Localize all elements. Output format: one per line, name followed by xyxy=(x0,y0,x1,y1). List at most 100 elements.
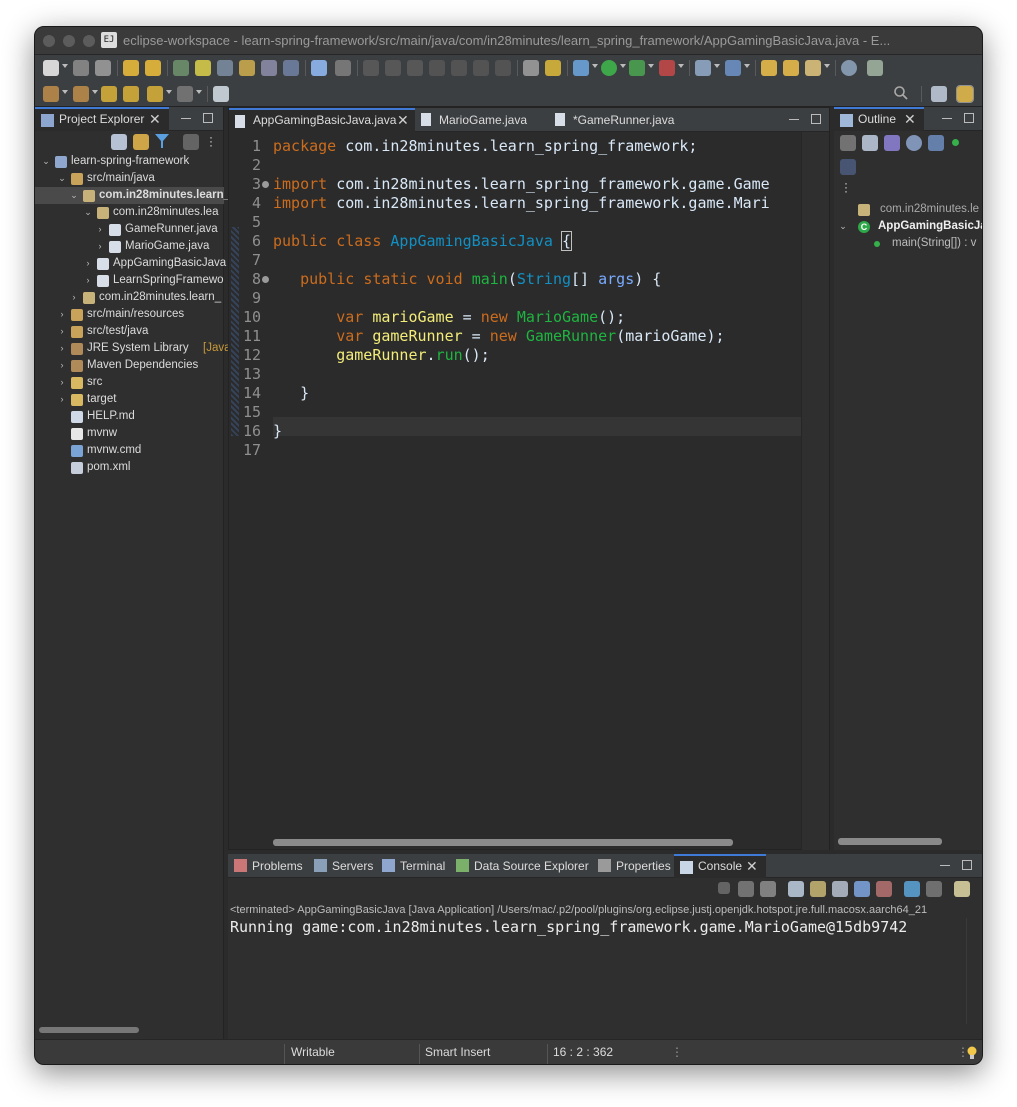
tree-item[interactable]: › com.in28minutes.learn_ xyxy=(35,289,224,306)
last-edit-location-icon[interactable] xyxy=(101,86,117,102)
hide-fields-icon[interactable] xyxy=(906,135,922,151)
zoom-window-button[interactable] xyxy=(83,35,95,47)
close-icon[interactable]: ✕ xyxy=(746,856,758,877)
editor-horizontal-scrollbar[interactable] xyxy=(273,839,733,846)
code-line[interactable]: 10 var marioGame = new MarioGame(); xyxy=(229,308,801,327)
close-icon[interactable]: ✕ xyxy=(904,109,916,130)
chevron-right-icon[interactable]: › xyxy=(57,323,67,340)
code-line[interactable]: 16} xyxy=(229,422,801,441)
chevron-right-icon[interactable]: › xyxy=(69,289,79,306)
tree-item[interactable]: › JRE System Library [JavaS xyxy=(35,340,238,357)
code-area[interactable]: 1 package com.in28minutes.learn_spring_fr… xyxy=(229,132,801,832)
tab-problems[interactable]: Problems xyxy=(228,854,308,878)
code-line[interactable]: 1 package com.in28minutes.learn_spring_fr… xyxy=(229,137,801,156)
tab-terminal[interactable]: Terminal xyxy=(376,854,450,878)
clear-console-icon[interactable] xyxy=(788,881,804,897)
focus-icon[interactable] xyxy=(840,135,856,151)
code-line[interactable]: 4 import com.in28minutes.learn_spring_fra… xyxy=(229,194,801,213)
open-console-icon[interactable] xyxy=(954,881,970,897)
code-line[interactable]: 12 gameRunner.run(); xyxy=(229,346,801,365)
disconnect-icon[interactable] xyxy=(429,60,445,76)
java-perspective-icon[interactable] xyxy=(956,85,974,103)
save-icon[interactable] xyxy=(73,60,89,76)
globe-icon[interactable] xyxy=(841,60,857,76)
minimize-window-button[interactable] xyxy=(63,35,75,47)
tab-data-source-explorer[interactable]: Data Source Explorer xyxy=(450,854,592,878)
tab-project-explorer[interactable]: Project Explorer ✕ xyxy=(35,107,169,131)
tree-item[interactable]: mvnw xyxy=(35,425,224,442)
debug-icon[interactable] xyxy=(573,60,589,76)
remove-launch-icon[interactable] xyxy=(738,881,754,897)
spring-icon[interactable] xyxy=(867,60,883,76)
tree-item[interactable]: › src xyxy=(35,374,224,391)
maximize-icon[interactable] xyxy=(962,860,972,870)
chevron-down-icon[interactable]: ⌄ xyxy=(57,170,67,187)
tree-item[interactable]: ⌄ com.in28minutes.lea xyxy=(35,204,224,221)
close-icon[interactable]: ✕ xyxy=(397,110,409,131)
next-edit-icon[interactable] xyxy=(43,86,59,102)
show-on-output-icon[interactable] xyxy=(854,881,870,897)
save-all-icon[interactable] xyxy=(95,60,111,76)
tree-item[interactable]: ⌄ com.in28minutes.learn_ xyxy=(35,187,230,204)
previous-edit-icon[interactable] xyxy=(73,86,89,102)
outline-method[interactable]: main(String[]) : v xyxy=(834,235,982,252)
code-line[interactable]: 9 xyxy=(229,289,801,308)
display-console-icon[interactable] xyxy=(926,881,942,897)
pin-console-icon[interactable] xyxy=(904,881,920,897)
code-line[interactable]: 5 xyxy=(229,213,801,232)
show-whitespace-icon[interactable] xyxy=(283,60,299,76)
chevron-down-icon[interactable]: ⌄ xyxy=(41,153,51,170)
filter-icon[interactable] xyxy=(155,134,169,148)
undo-icon[interactable] xyxy=(123,60,139,76)
code-line[interactable]: 3 import com.in28minutes.learn_spring_fra… xyxy=(229,175,801,194)
outline-package[interactable]: com.in28minutes.le xyxy=(834,201,982,218)
remove-all-icon[interactable] xyxy=(760,881,776,897)
chevron-right-icon[interactable]: › xyxy=(57,374,67,391)
tab-servers[interactable]: Servers xyxy=(308,854,376,878)
minimize-icon[interactable] xyxy=(181,113,191,119)
tree-item[interactable]: ⌄ learn-spring-framework xyxy=(35,153,224,170)
scroll-lock-icon[interactable] xyxy=(810,881,826,897)
back-arrow-icon[interactable] xyxy=(147,86,163,102)
use-step-filters-icon[interactable] xyxy=(523,60,539,76)
search-icon[interactable] xyxy=(893,85,909,101)
tab-properties[interactable]: Properties xyxy=(592,854,674,878)
word-wrap-icon[interactable] xyxy=(832,881,848,897)
step-return-icon[interactable] xyxy=(495,60,511,76)
chevron-right-icon[interactable]: › xyxy=(57,306,67,323)
code-line[interactable]: 2 xyxy=(229,156,801,175)
new-file-icon[interactable] xyxy=(43,60,59,76)
tree-item[interactable]: › AppGamingBasicJava xyxy=(35,255,226,272)
hide-static-icon[interactable] xyxy=(928,135,944,151)
step-over-icon[interactable] xyxy=(473,60,489,76)
run-icon[interactable] xyxy=(601,60,617,76)
code-line[interactable]: 17 xyxy=(229,441,801,460)
minimize-icon[interactable] xyxy=(940,860,950,866)
tab-outline[interactable]: Outline ✕ xyxy=(834,107,924,131)
external-tools-icon[interactable] xyxy=(659,60,675,76)
code-line[interactable]: 14 } xyxy=(229,384,801,403)
drop-to-frame-icon[interactable] xyxy=(545,60,561,76)
forward-arrow-icon[interactable] xyxy=(177,86,193,102)
tab-gamerunner[interactable]: *GameRunner.java xyxy=(549,108,689,132)
sort-icon[interactable] xyxy=(884,135,900,151)
show-on-error-icon[interactable] xyxy=(876,881,892,897)
tree-item[interactable]: › src/test/java xyxy=(35,323,224,340)
chevron-right-icon[interactable]: › xyxy=(57,340,67,357)
tree-item[interactable]: › target xyxy=(35,391,224,408)
fold-marker-icon[interactable] xyxy=(262,181,269,188)
tip-of-the-day-icon[interactable] xyxy=(967,1046,977,1060)
block-selection-icon[interactable] xyxy=(261,60,277,76)
chevron-right-icon[interactable]: › xyxy=(83,255,93,272)
collapse-all-icon[interactable] xyxy=(111,134,127,150)
terminate-icon[interactable] xyxy=(718,882,730,894)
tree-item[interactable]: mvnw.cmd xyxy=(35,442,224,459)
tree-item[interactable]: › Maven Dependencies xyxy=(35,357,224,374)
collapse-all-icon[interactable] xyxy=(862,135,878,151)
chevron-right-icon[interactable]: › xyxy=(95,238,105,255)
terminal-icon[interactable] xyxy=(311,60,327,76)
hide-nonpublic-icon[interactable] xyxy=(952,139,959,146)
maximize-icon[interactable] xyxy=(964,113,974,123)
tree-item[interactable]: › GameRunner.java xyxy=(35,221,224,238)
new-java-class-icon[interactable] xyxy=(725,60,741,76)
